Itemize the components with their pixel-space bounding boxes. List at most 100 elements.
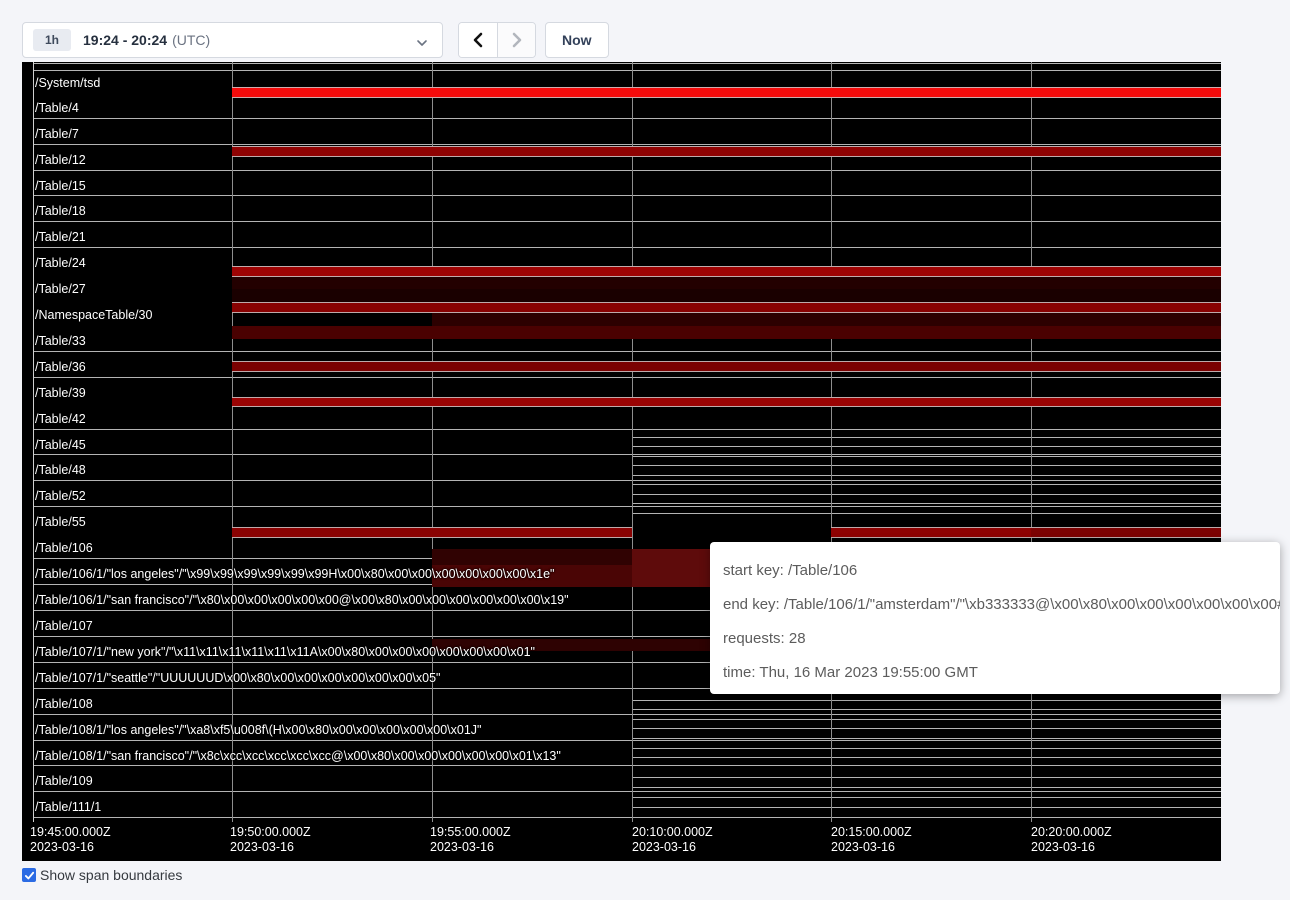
span-row-label: /Table/106/1/"los angeles"/"\x99\x99\x99…: [35, 567, 554, 581]
span-row-label: /Table/108/1/"san francisco"/"\x8c\xcc\x…: [35, 749, 561, 763]
span-row-label: /Table/108/1/"los angeles"/"\xa8\xf5\u00…: [35, 723, 482, 737]
check-icon: [24, 870, 35, 881]
span-boundary-line: [33, 221, 1221, 222]
show-span-boundaries-checkbox[interactable]: [22, 868, 36, 882]
x-axis-tick: 20:10:00.000Z2023-03-16: [632, 825, 713, 855]
heatmap-band: [1031, 527, 1221, 538]
time-gridline: [232, 62, 233, 822]
span-boundary-line: [33, 195, 1221, 196]
span-boundary-line: [33, 817, 1221, 818]
span-boundary-line: [33, 63, 1221, 64]
span-boundary-line: [33, 714, 1221, 715]
now-button[interactable]: Now: [545, 22, 609, 58]
heatmap-band: [232, 326, 1221, 339]
time-nav-group: [458, 22, 536, 58]
span-row-label: /System/tsd: [35, 76, 100, 90]
heatmap-band: [232, 146, 1221, 157]
span-boundary-line: [33, 144, 1221, 145]
tick-date: 2023-03-16: [1031, 840, 1112, 855]
span-boundary-line: [33, 377, 1221, 378]
span-row-label: /Table/108: [35, 697, 93, 711]
x-axis-tick: 19:45:00.000Z2023-03-16: [30, 825, 111, 855]
span-boundary-line: [33, 247, 1221, 248]
x-axis: 19:45:00.000Z2023-03-1619:50:00.000Z2023…: [22, 822, 1221, 861]
tick-time: 19:55:00.000Z: [430, 825, 511, 840]
time-range-badge: 1h: [33, 29, 71, 51]
span-row-label: /Table/106/1/"san francisco"/"\x80\x00\x…: [35, 593, 569, 607]
span-boundary-line: [632, 709, 1221, 710]
x-axis-tick: 19:50:00.000Z2023-03-16: [230, 825, 311, 855]
span-row-label: /Table/107: [35, 619, 93, 633]
key-visualizer-canvas[interactable]: /System/tsd/Table/4/Table/7/Table/12/Tab…: [22, 62, 1221, 861]
span-row-label: /Table/27: [35, 282, 86, 296]
bucket-tooltip: start key: /Table/106 end key: /Table/10…: [710, 542, 1280, 694]
chevron-left-icon: [471, 32, 485, 48]
span-row-label: /Table/15: [35, 179, 86, 193]
span-boundary-line: [33, 480, 1221, 481]
span-row-label: /Table/36: [35, 360, 86, 374]
next-interval-button[interactable]: [497, 23, 535, 57]
span-row-label: /Table/12: [35, 153, 86, 167]
span-row-label: /Table/106: [35, 541, 93, 555]
tooltip-end-key: end key: /Table/106/1/"amsterdam"/"\xb33…: [723, 588, 1280, 622]
span-boundary-line: [632, 757, 1221, 758]
span-row-label: /Table/33: [35, 334, 86, 348]
span-boundary-line: [33, 791, 1221, 792]
time-range-dropdown[interactable]: 1h 19:24 - 20:24 (UTC): [22, 22, 443, 58]
show-span-boundaries-label: Show span boundaries: [40, 867, 182, 883]
span-boundary-line: [632, 484, 1221, 485]
footer: Show span boundaries: [22, 867, 182, 883]
chevron-down-icon: [416, 36, 428, 54]
heatmap-band: [232, 527, 632, 538]
span-boundary-line: [33, 351, 1221, 352]
heatmap-band: [432, 549, 632, 565]
time-gridline: [432, 62, 433, 822]
heatmap-band: [232, 302, 1221, 313]
chevron-right-icon: [510, 32, 524, 48]
span-row-label: /Table/48: [35, 463, 86, 477]
span-row-label: /Table/7: [35, 127, 79, 141]
span-boundary-line: [33, 740, 1221, 741]
span-boundary-line: [33, 454, 1221, 455]
x-axis-tick: 19:55:00.000Z2023-03-16: [430, 825, 511, 855]
span-boundary-line: [632, 513, 1221, 514]
time-range-text: 19:24 - 20:24: [83, 32, 167, 48]
heatmap-band: [831, 527, 1031, 538]
tick-time: 20:15:00.000Z: [831, 825, 912, 840]
span-boundary-line: [632, 738, 1221, 739]
span-boundary-line: [632, 494, 1221, 495]
time-gridline: [33, 62, 34, 822]
tick-date: 2023-03-16: [430, 840, 511, 855]
span-row-label: /Table/45: [35, 438, 86, 452]
span-boundary-line: [632, 748, 1221, 749]
heatmap-band: [632, 549, 710, 587]
previous-interval-button[interactable]: [459, 23, 497, 57]
span-row-label: /Table/39: [35, 386, 86, 400]
span-boundary-line: [632, 719, 1221, 720]
span-row-label: /Table/24: [35, 256, 86, 270]
heatmap-band: [232, 361, 1221, 372]
tooltip-start-key: start key: /Table/106: [723, 554, 1280, 588]
span-boundary-line: [33, 506, 1221, 507]
tooltip-requests: requests: 28: [723, 622, 1280, 656]
span-boundary-line: [632, 456, 1221, 457]
heatmap-band: [232, 277, 1221, 289]
tick-date: 2023-03-16: [831, 840, 912, 855]
time-gridline: [1031, 62, 1032, 822]
span-row-label: /Table/109: [35, 774, 93, 788]
tick-date: 2023-03-16: [632, 840, 713, 855]
x-axis-tick: 20:20:00.000Z2023-03-16: [1031, 825, 1112, 855]
span-boundary-line: [632, 475, 1221, 476]
span-row-label: /NamespaceTable/30: [35, 308, 152, 322]
span-boundary-line: [632, 777, 1221, 778]
tick-time: 20:10:00.000Z: [632, 825, 713, 840]
heatmap-band: [232, 266, 1221, 277]
span-row-label: /Table/18: [35, 204, 86, 218]
tick-time: 19:50:00.000Z: [230, 825, 311, 840]
span-boundary-line: [632, 728, 1221, 729]
heatmap-band: [432, 313, 1221, 326]
span-boundary-line: [632, 465, 1221, 466]
span-boundary-line: [632, 446, 1221, 447]
time-range-timezone: (UTC): [172, 32, 210, 48]
time-gridline: [831, 62, 832, 822]
